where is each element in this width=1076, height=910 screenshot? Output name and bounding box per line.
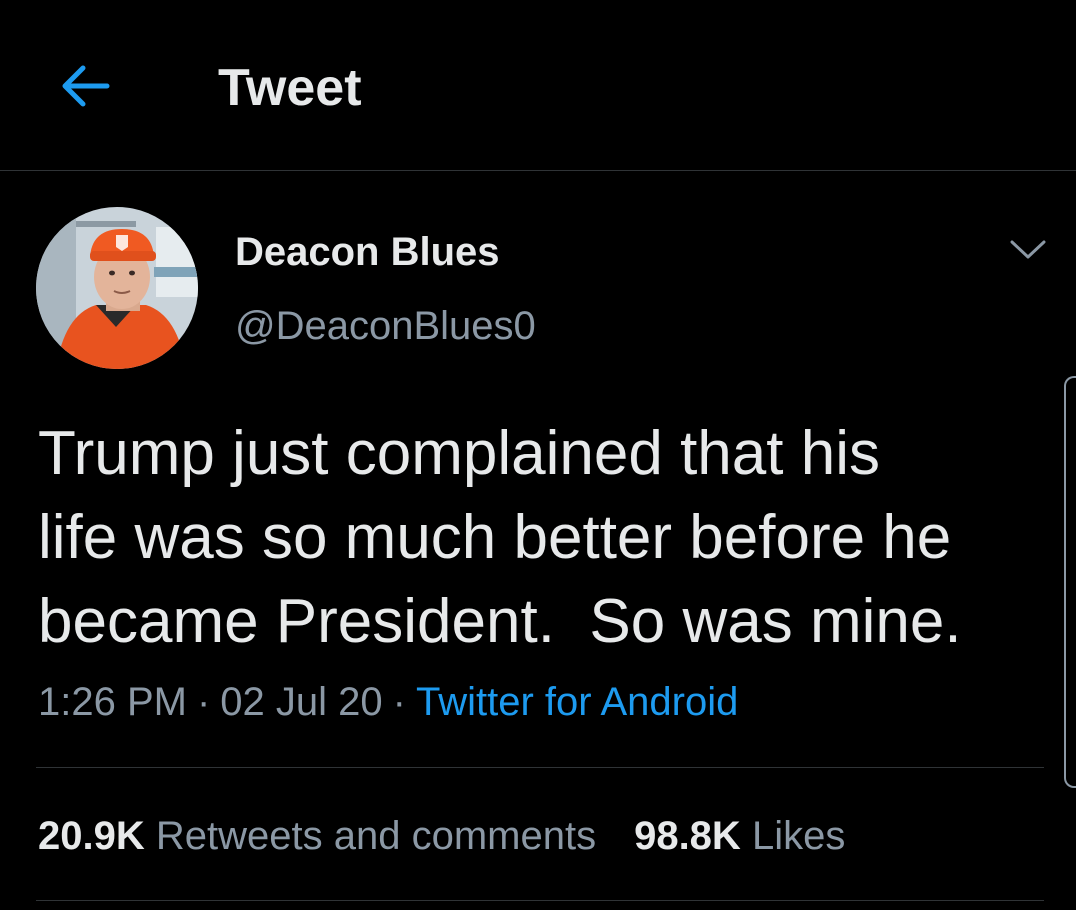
back-button[interactable] [52, 56, 118, 116]
tweet-date: 02 Jul 20 [220, 680, 383, 724]
author-handle[interactable]: @DeaconBlues0 [235, 302, 536, 350]
tweet-options-button[interactable] [1006, 232, 1050, 268]
divider [36, 767, 1044, 768]
retweets-label: Retweets and comments [155, 814, 597, 858]
page-title: Tweet [218, 59, 362, 117]
likes-label: Likes [751, 814, 846, 858]
meta-separator: · [392, 680, 406, 724]
author-display-name[interactable]: Deacon Blues [235, 228, 500, 276]
tweet-stats: 20.9K Retweets and comments 98.8K Likes [38, 810, 845, 862]
tweet-text: Trump just complained that his life was … [38, 419, 962, 656]
likes-stat[interactable]: 98.8K Likes [634, 814, 845, 858]
likes-count: 98.8K [634, 814, 741, 858]
profile-photo [36, 207, 198, 369]
divider [36, 900, 1044, 901]
tweet-time: 1:26 PM [38, 680, 187, 724]
top-app-bar: Tweet [0, 0, 1076, 171]
retweets-count: 20.9K [38, 814, 145, 858]
avatar[interactable] [36, 207, 198, 369]
meta-separator: · [196, 680, 211, 724]
chevron-down-icon [1010, 240, 1046, 259]
arrow-left-icon [62, 65, 110, 107]
tweet-source-link[interactable]: Twitter for Android [416, 680, 738, 724]
retweets-stat[interactable]: 20.9K Retweets and comments [38, 814, 596, 858]
scrollbar-handle[interactable] [1064, 376, 1076, 788]
tweet-metadata: 1:26 PM · 02 Jul 20 · Twitter for Android [38, 676, 738, 728]
